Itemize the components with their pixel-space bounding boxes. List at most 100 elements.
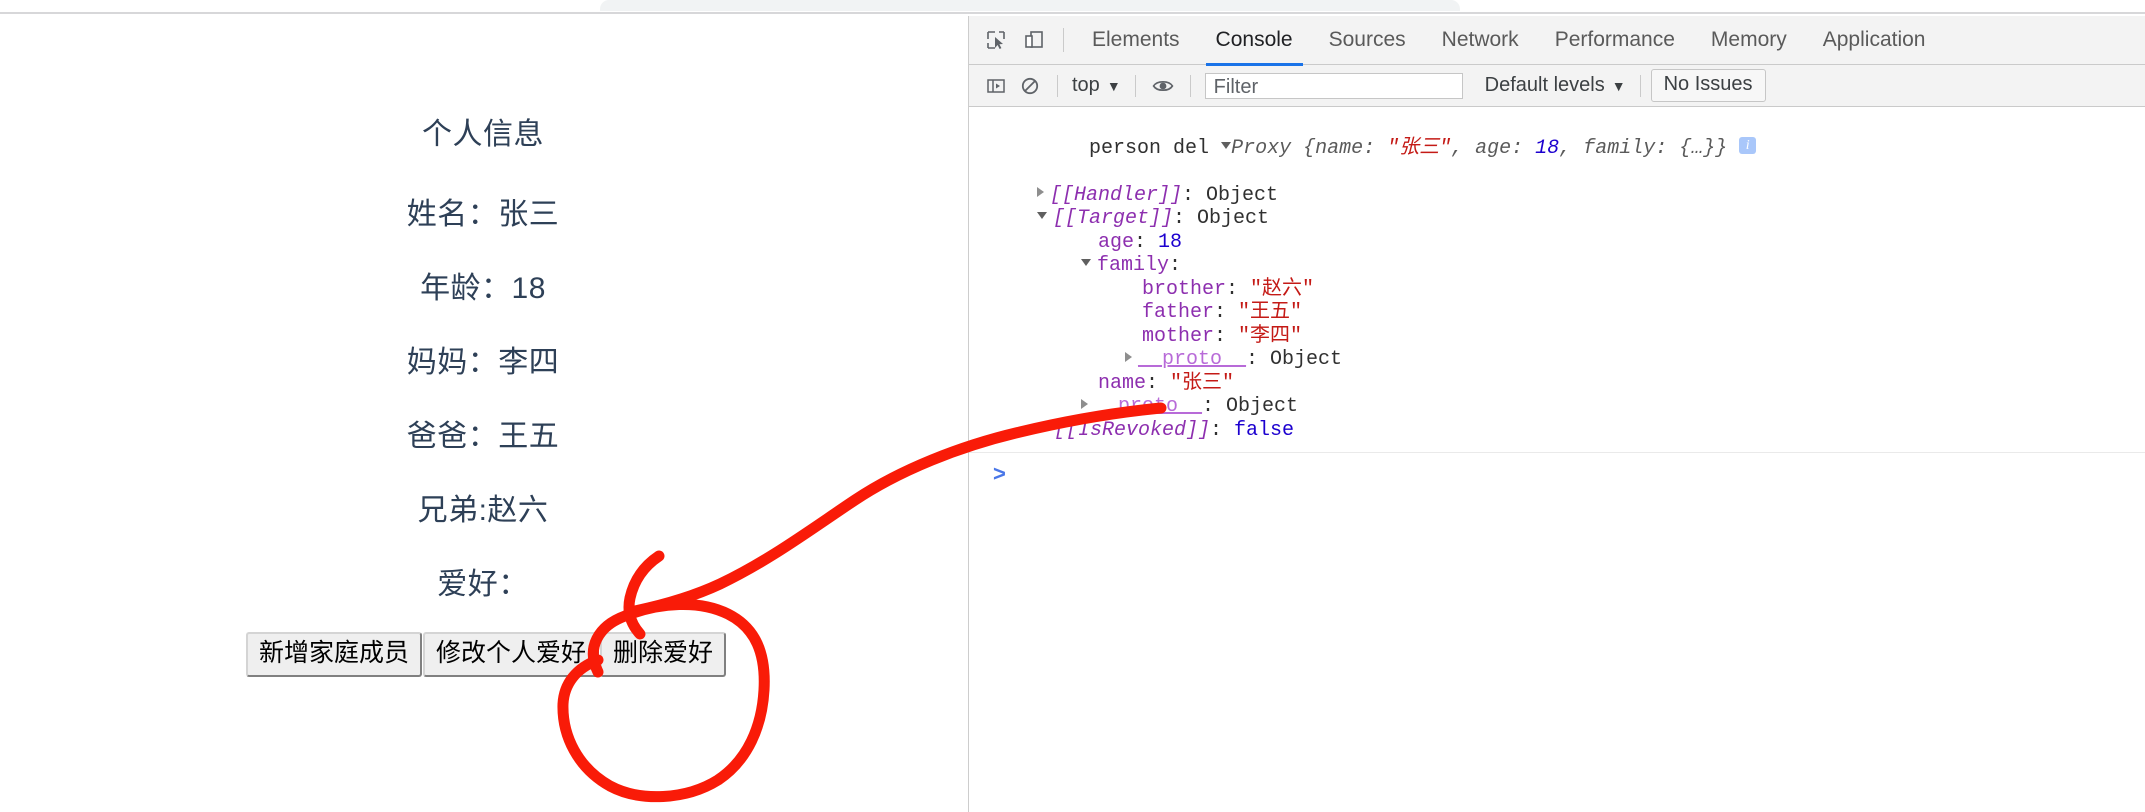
tree-row-separator: :: [1173, 207, 1198, 230]
tree-row-value: Object: [1206, 183, 1279, 207]
issues-button[interactable]: No Issues: [1650, 69, 1766, 102]
field-hobby: 爱好：: [437, 568, 529, 601]
console-tree-row: brother: "赵六": [969, 278, 2145, 302]
tree-row-separator: :: [1169, 254, 1182, 277]
console-tree-row: __proto__: Object: [969, 395, 2145, 419]
tree-row-value: Object: [1226, 395, 1299, 418]
tab-sources[interactable]: Sources: [1311, 16, 1424, 65]
brace-close: }: [1715, 136, 1728, 160]
prop-age-value: 18: [1535, 136, 1560, 160]
browser-tab-sliver: [600, 0, 1460, 11]
tree-row-separator: :: [1246, 348, 1271, 371]
tab-memory[interactable]: Memory: [1693, 16, 1805, 65]
console-log-entry: person del Proxy {name: "张三", age: 18, f…: [969, 107, 2145, 453]
prop-family-value: {…}: [1679, 136, 1716, 160]
toolbar-divider: [1057, 74, 1058, 97]
tree-row-separator: :: [1214, 324, 1239, 348]
expand-triangle-icon[interactable]: [1125, 351, 1132, 362]
tree-row-separator: :: [1134, 230, 1159, 254]
collapse-triangle-icon[interactable]: [1081, 259, 1091, 267]
tree-row-key: [[Handler]]: [1050, 183, 1183, 207]
console-tree-row: [[IsRevoked]]: false: [969, 419, 2145, 443]
tree-row-key: brother: [1142, 277, 1227, 301]
prop-family-key: family:: [1583, 136, 1680, 160]
field-mother: 妈妈：李四: [406, 346, 560, 379]
tree-row-key: family: [1097, 254, 1170, 277]
action-button-row: 新增家庭成员 修改个人爱好 删除爱好: [0, 632, 966, 677]
tree-row-separator: :: [1214, 301, 1239, 324]
tree-row-separator: :: [1210, 418, 1235, 442]
toolbar-divider: [1063, 28, 1064, 52]
tab-application[interactable]: Application: [1805, 16, 1944, 65]
live-expression-icon[interactable]: [1146, 71, 1180, 101]
inspect-element-icon[interactable]: [977, 21, 1015, 59]
console-tree-row: [[Handler]]: Object: [969, 184, 2145, 208]
console-toolbar: top ▼ Filter Default levels ▼ No Issues: [969, 65, 2145, 107]
prop-name-value: "张三": [1387, 136, 1452, 160]
console-tree-row: __proto__: Object: [969, 348, 2145, 372]
tree-row-key: [[Target]]: [1053, 207, 1174, 230]
console-summary-line: person del Proxy {name: "张三", age: 18, f…: [969, 113, 2145, 184]
field-age: 年龄：18: [420, 272, 546, 305]
page-title: 个人信息: [422, 118, 544, 151]
console-output[interactable]: person del Proxy {name: "张三", age: 18, f…: [969, 107, 2145, 812]
console-tree-row: name: "张三": [969, 372, 2145, 396]
devtools-panel: Elements Console Sources Network Perform…: [968, 16, 2145, 812]
browser-chrome-strip: [0, 0, 2145, 14]
tree-row-value: Object: [1197, 207, 1270, 230]
field-brother: 兄弟:赵六: [417, 494, 549, 527]
devtools-tabbar: Elements Console Sources Network Perform…: [969, 16, 2145, 66]
edit-hobby-button[interactable]: 修改个人爱好: [422, 632, 599, 677]
tree-row-key: mother: [1142, 324, 1215, 348]
console-prompt[interactable]: >: [969, 453, 2145, 489]
log-levels-label: Default levels: [1484, 74, 1605, 96]
field-father: 爸爸：王五: [406, 420, 560, 453]
console-object-tree: [[Handler]]: Object [[Target]]: Object age…: [969, 184, 2145, 443]
proxy-constructor-name: Proxy: [1231, 136, 1292, 160]
tab-performance[interactable]: Performance: [1537, 16, 1693, 65]
tree-row-key: father: [1142, 301, 1215, 324]
field-name: 姓名：张三: [406, 198, 560, 231]
tab-console[interactable]: Console: [1198, 16, 1311, 66]
execution-context-label: top: [1072, 74, 1100, 96]
tree-row-value: "张三": [1170, 371, 1235, 395]
console-tree-row: father: "王五": [969, 301, 2145, 325]
expand-triangle-icon[interactable]: [1221, 141, 1232, 149]
tree-row-value: "赵六": [1250, 277, 1315, 301]
chevron-down-icon: ▼: [1106, 77, 1121, 94]
device-toolbar-icon[interactable]: [1015, 21, 1053, 59]
tree-row-value: "王五": [1238, 301, 1303, 324]
tree-row-key: [[IsRevoked]]: [1054, 418, 1211, 442]
expand-triangle-icon[interactable]: [1081, 398, 1088, 409]
tree-row-separator: :: [1202, 395, 1227, 418]
tree-row-key: __proto__: [1138, 348, 1247, 371]
console-tree-row: family:: [969, 254, 2145, 278]
tab-elements[interactable]: Elements: [1074, 16, 1198, 65]
tree-row-key: __proto__: [1094, 395, 1203, 418]
tab-network[interactable]: Network: [1424, 16, 1537, 65]
prop-age-key: age:: [1475, 136, 1536, 160]
page-viewport: 个人信息 姓名：张三 年龄：18 妈妈：李四 爸爸：王五 兄弟:赵六 爱好： 新…: [0, 16, 966, 812]
prompt-caret-icon: >: [993, 461, 1006, 486]
brace-open: {: [1291, 136, 1316, 160]
info-badge-icon[interactable]: i: [1739, 136, 1757, 154]
console-sidebar-icon[interactable]: [979, 71, 1013, 101]
collapse-triangle-icon[interactable]: [1037, 212, 1047, 220]
log-levels-selector[interactable]: Default levels ▼: [1481, 74, 1630, 97]
toolbar-divider: [1189, 74, 1191, 97]
tree-row-value: 18: [1158, 230, 1183, 254]
tree-row-separator: :: [1226, 277, 1251, 301]
tree-row-separator: :: [1182, 183, 1207, 207]
clear-console-icon[interactable]: [1013, 71, 1047, 101]
delete-hobby-button[interactable]: 删除爱好: [600, 632, 727, 677]
tree-row-value: "李四": [1238, 324, 1303, 348]
filter-input[interactable]: Filter: [1204, 72, 1463, 99]
console-tree-row: [[Target]]: Object: [969, 207, 2145, 231]
sep-2: ,: [1559, 136, 1584, 160]
tree-row-separator: :: [1146, 371, 1171, 395]
add-family-member-button[interactable]: 新增家庭成员: [245, 632, 422, 677]
expand-triangle-icon[interactable]: [1037, 187, 1044, 198]
prop-name-key: name:: [1315, 136, 1388, 160]
tree-row-value: Object: [1270, 348, 1343, 371]
execution-context-selector[interactable]: top ▼: [1068, 74, 1125, 97]
